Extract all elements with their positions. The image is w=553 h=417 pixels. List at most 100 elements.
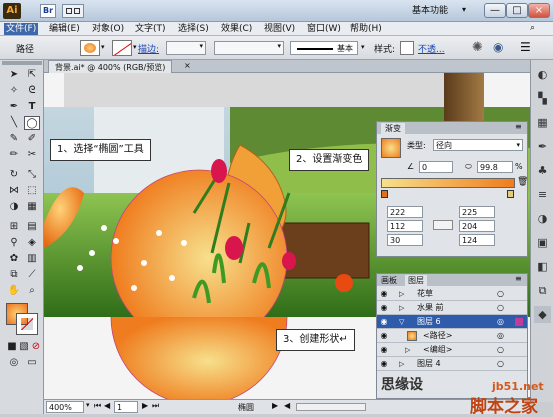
rgb-right-r[interactable]: 225 — [459, 206, 495, 218]
symbol-sprayer-icon[interactable]: ✿ — [6, 252, 22, 266]
zoom-tool-icon[interactable]: ⌕ — [24, 284, 40, 298]
minimize-button[interactable]: — — [484, 3, 506, 18]
chevron-down-icon[interactable]: ▾ — [133, 43, 137, 51]
panel-grip[interactable] — [2, 61, 42, 65]
color-panel-icon[interactable]: ◐ — [534, 66, 551, 83]
eye-icon[interactable]: ◉ — [379, 317, 389, 327]
close-button[interactable]: × — [528, 3, 550, 18]
target-icon[interactable]: ○ — [497, 343, 504, 357]
menu-help[interactable]: 帮助(H) — [348, 23, 384, 35]
first-artboard-icon[interactable]: ⏮ — [94, 401, 101, 411]
expand-icon[interactable]: ▷ — [405, 343, 410, 357]
panel-menu-icon[interactable]: ☰ — [520, 40, 531, 54]
rgb-left-g[interactable]: 112 — [387, 220, 423, 232]
opacity-label[interactable]: 不透... — [418, 42, 445, 55]
symbols-panel-icon[interactable]: ♣ — [534, 162, 551, 179]
line-tool-icon[interactable]: ╲ — [6, 116, 22, 130]
next-artboard-icon[interactable]: ▶ — [142, 401, 148, 410]
menu-effect[interactable]: 效果(C) — [219, 23, 254, 35]
slice-tool-icon[interactable]: ⟋ — [24, 268, 40, 282]
pen-tool-icon[interactable]: ✒ — [6, 100, 22, 114]
variable-width-profile[interactable]: ▾ — [214, 41, 284, 55]
aspect-ratio-field[interactable]: 99.8 — [477, 161, 513, 173]
perspective-grid-icon[interactable]: ▦ — [24, 200, 40, 214]
draw-normal-icon[interactable]: ◎ — [6, 356, 22, 370]
artboard-canvas[interactable]: 1、选择“椭圆”工具 2、设置渐变色 3、创建形状↵ 渐变 ≡ 类型: 径向 ▾ … — [44, 73, 530, 399]
chevron-right-icon[interactable]: ▶ — [272, 401, 278, 410]
scroll-left-icon[interactable]: ◀ — [284, 401, 290, 410]
stroke-label[interactable]: 描边: — [138, 42, 159, 55]
menu-search-icon[interactable]: ⌕ — [530, 23, 535, 33]
gradient-preview-swatch[interactable] — [381, 138, 401, 158]
menu-type[interactable]: 文字(T) — [133, 23, 168, 35]
swatches-panel-icon[interactable]: ▦ — [534, 114, 551, 131]
stroke-swatch[interactable] — [112, 40, 132, 56]
menu-view[interactable]: 视图(V) — [262, 23, 297, 35]
gradient-tool-icon[interactable]: ▤ — [24, 220, 40, 234]
panel-menu-icon[interactable]: ≡ — [515, 122, 522, 131]
target-icon[interactable]: ○ — [497, 357, 504, 371]
expand-icon[interactable]: ▷ — [399, 301, 404, 315]
magic-wand-icon[interactable]: ✧ — [6, 84, 22, 98]
expand-icon[interactable]: ▷ — [399, 357, 404, 371]
close-tab-icon[interactable]: × — [184, 61, 191, 70]
type-tool-icon[interactable]: T — [24, 100, 40, 114]
collapse-icon[interactable]: ▽ — [399, 315, 404, 329]
target-icon[interactable]: ◎ — [497, 315, 504, 329]
none-mode-icon[interactable]: ⊘ — [28, 340, 44, 354]
gradient-tab[interactable]: 渐变 — [381, 123, 405, 134]
selection-tool-icon[interactable]: ➤ — [6, 68, 22, 82]
artboard-number-field[interactable]: 1 — [114, 401, 138, 413]
previous-artboard-icon[interactable]: ◀ — [104, 401, 110, 410]
rotate-tool-icon[interactable]: ↻ — [6, 168, 22, 182]
screen-mode-icon[interactable]: ▭ — [24, 356, 40, 370]
target-icon[interactable]: ○ — [497, 301, 504, 315]
layer-row[interactable]: ◉ ▷ 水果 前 ○ — [377, 301, 527, 315]
recolor-artwork-icon[interactable]: ✺ — [472, 40, 483, 55]
eye-icon[interactable]: ◉ — [379, 345, 389, 355]
target-icon[interactable]: ○ — [497, 287, 504, 301]
width-tool-icon[interactable]: ⋈ — [6, 184, 22, 198]
chevron-down-icon[interactable]: ▾ — [101, 43, 105, 51]
document-tab[interactable]: 背景.ai* @ 400% (RGB/预览) — [48, 60, 173, 73]
eye-icon[interactable]: ◉ — [379, 303, 389, 313]
gradient-stop-right[interactable] — [507, 190, 514, 198]
gradient-ramp[interactable] — [381, 178, 515, 188]
graphic-style-swatch[interactable] — [400, 41, 414, 55]
gradient-type-select[interactable]: 径向 ▾ — [433, 139, 523, 151]
tab-layers[interactable]: 图层 — [405, 275, 427, 286]
direct-selection-tool-icon[interactable]: ⇱ — [24, 68, 40, 82]
appearance-panel-icon[interactable]: ▣ — [534, 234, 551, 251]
hand-tool-icon[interactable]: ✋ — [6, 284, 22, 298]
chevron-down-icon[interactable]: ▾ — [86, 401, 90, 409]
layer-row[interactable]: ◉ ▷ <编组> ○ — [377, 343, 527, 357]
artboards-panel-icon[interactable]: ⧉ — [534, 282, 551, 299]
menu-edit[interactable]: 编辑(E) — [47, 23, 82, 35]
panel-menu-icon[interactable]: ≡ — [515, 274, 522, 283]
paintbrush-icon[interactable]: ✎ — [6, 132, 22, 146]
eyedropper-icon[interactable]: ⚲ — [6, 236, 22, 250]
artboard-tool-icon[interactable]: ⧉ — [6, 268, 22, 282]
graphic-styles-icon[interactable]: ◧ — [534, 258, 551, 275]
rgb-right-b[interactable]: 124 — [459, 234, 495, 246]
gradient-stop-left[interactable] — [381, 190, 388, 198]
angle-field[interactable]: 0 — [419, 161, 453, 173]
rgb-left-b[interactable]: 30 — [387, 234, 423, 246]
globe-icon[interactable]: ◉ — [493, 40, 503, 54]
tab-artboards[interactable]: 画板 — [381, 275, 397, 286]
layer-row[interactable]: ◉ ▷ 图层 4 ○ — [377, 357, 527, 371]
menu-object[interactable]: 对象(O) — [90, 23, 126, 35]
chevron-down-icon[interactable]: ▾ — [361, 43, 365, 51]
stroke-color-box[interactable] — [16, 313, 38, 335]
delete-stop-icon[interactable]: 🗑 — [517, 177, 528, 187]
free-transform-icon[interactable]: ⬚ — [24, 184, 40, 198]
transparency-panel-icon[interactable]: ◑ — [534, 210, 551, 227]
expand-icon[interactable]: ▷ — [399, 287, 404, 301]
lasso-icon[interactable]: ᘓ — [24, 84, 40, 98]
scale-tool-icon[interactable]: ⤡ — [24, 168, 40, 182]
eye-icon[interactable]: ◉ — [379, 359, 389, 369]
gradient-midpoint-slider[interactable] — [433, 220, 453, 230]
rgb-left-r[interactable]: 222 — [387, 206, 423, 218]
pencil-icon[interactable]: ✐ — [24, 132, 40, 146]
layers-panel-icon[interactable]: ◆ — [534, 306, 551, 323]
